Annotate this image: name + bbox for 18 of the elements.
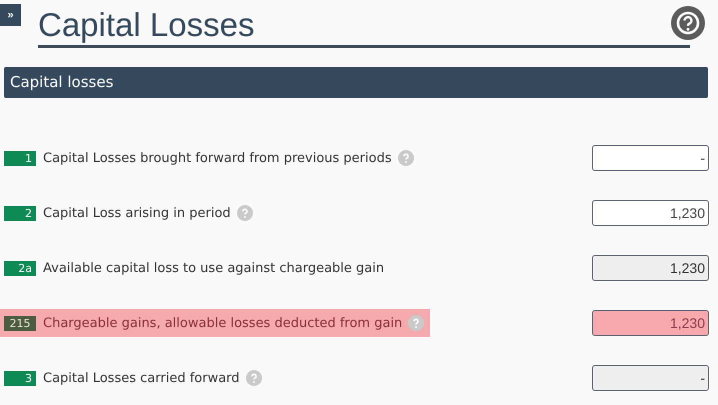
box-number: 1: [4, 150, 36, 166]
help-icon[interactable]: [671, 6, 705, 40]
box-number: 3: [4, 370, 36, 386]
field-label: Capital Loss arising in period: [43, 206, 231, 220]
value-field[interactable]: 1,230: [592, 310, 709, 336]
box-number: 215: [4, 316, 36, 330]
box-number: 2: [4, 206, 36, 220]
value-field[interactable]: 1,230: [592, 255, 709, 281]
section-header: Capital losses: [4, 67, 708, 98]
value-field[interactable]: 1,230: [592, 200, 709, 226]
value-field[interactable]: -: [592, 145, 709, 171]
field-label: Available capital loss to use against chargeable gain: [43, 260, 384, 276]
field-label: Chargeable gains, allowable losses deducted from gain: [43, 316, 402, 330]
box-number: 2a: [4, 260, 36, 276]
expand-button[interactable]: »: [0, 4, 21, 26]
field-label: Capital Losses brought forward from previous periods: [43, 150, 392, 166]
field-label: Capital Losses carried forward: [43, 370, 240, 386]
value-field[interactable]: -: [592, 365, 709, 391]
